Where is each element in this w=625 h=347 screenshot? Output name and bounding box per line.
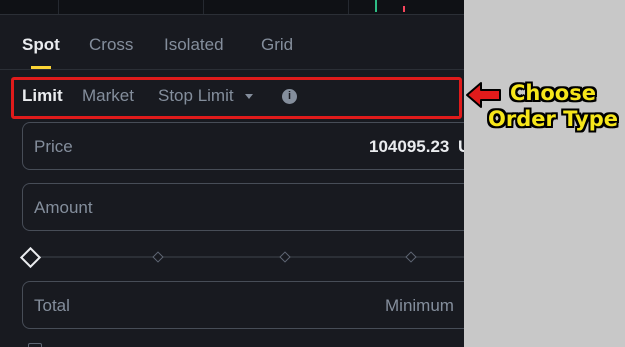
callout-line-2: Order Type [488, 107, 618, 131]
order-type-highlight-box [11, 77, 462, 119]
choose-order-type-callout: Choose Order Type [478, 80, 625, 132]
tab-grid[interactable]: Grid [261, 35, 293, 55]
price-label: Price [34, 137, 73, 156]
slider-tick-50[interactable] [279, 251, 291, 263]
total-minimum-hint: Minimum [385, 296, 454, 315]
tab-cross[interactable]: Cross [89, 35, 133, 55]
price-value: 104095.23 [369, 137, 450, 156]
amount-label: Amount [34, 198, 93, 217]
total-label: Total [34, 296, 70, 315]
callout-line-1: Choose [510, 81, 596, 105]
amount-slider[interactable] [19, 246, 464, 269]
trade-panel: Spot Cross Isolated Grid Limit Market St… [0, 0, 464, 347]
slider-thumb[interactable] [19, 246, 42, 269]
slider-tick-25[interactable] [152, 251, 164, 263]
tab-isolated[interactable]: Isolated [164, 35, 224, 55]
checkbox[interactable] [28, 343, 42, 347]
chart-strip [0, 0, 464, 15]
candle-red [403, 6, 405, 12]
slider-track [34, 256, 464, 258]
price-unit: U [458, 137, 464, 157]
amount-field[interactable]: Amount [22, 183, 464, 231]
grid-line [203, 0, 204, 14]
tabs-divider [0, 69, 464, 70]
candle-green [375, 0, 377, 12]
tab-spot[interactable]: Spot [22, 35, 60, 55]
price-field[interactable]: Price 104095.23 U [22, 122, 464, 170]
slider-tick-75[interactable] [405, 251, 417, 263]
grid-line [348, 0, 349, 14]
grid-line [58, 0, 59, 14]
total-field[interactable]: Total Minimum [22, 281, 464, 329]
